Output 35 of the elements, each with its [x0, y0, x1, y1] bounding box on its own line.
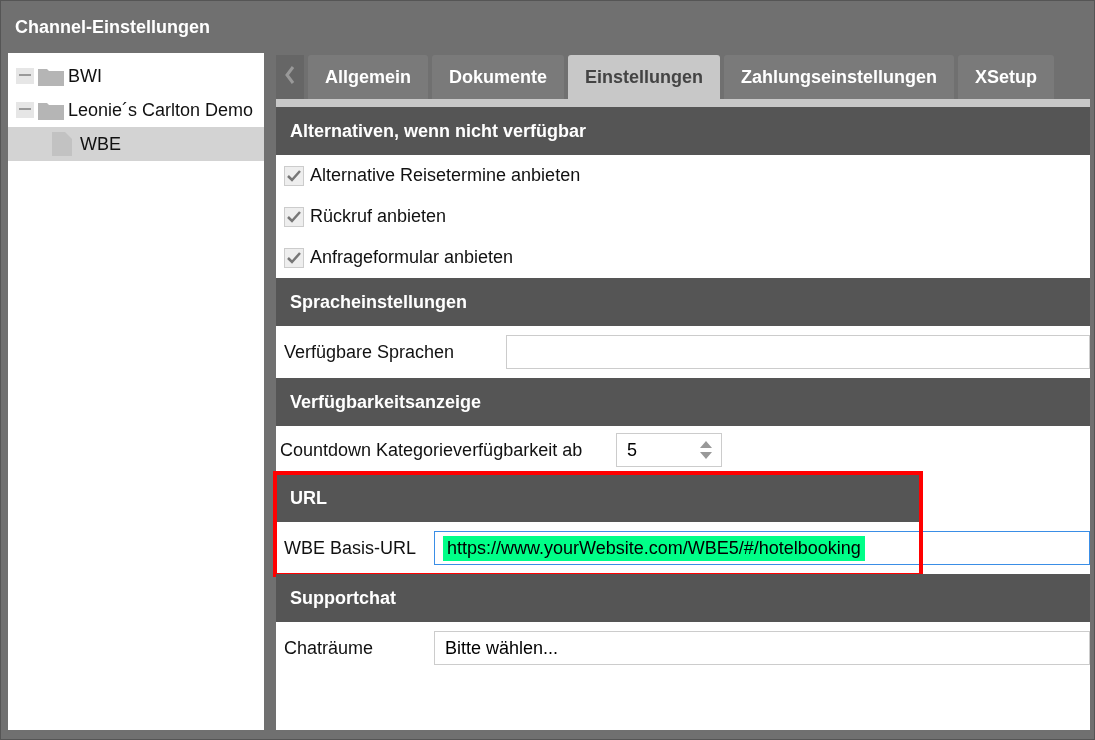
tab[interactable]: Einstellungen: [568, 55, 721, 99]
folder-icon: [38, 100, 64, 120]
checkbox[interactable]: [284, 247, 304, 268]
number-field[interactable]: 5: [616, 433, 722, 467]
section-header: Alternativen, wenn nicht verfügbar: [276, 107, 1090, 155]
tree-item[interactable]: BWI: [68, 65, 102, 87]
tree-item[interactable]: Leonie´s Carlton Demo: [68, 99, 254, 121]
section-header: Supportchat: [276, 574, 1090, 622]
window-title: Channel-Einstellungen: [14, 15, 211, 39]
section-header: URL: [276, 474, 920, 522]
section-header: Spracheinstellungen: [276, 278, 1090, 326]
dropdown-field[interactable]: Bitte wählen...: [434, 631, 1090, 665]
field-label: Chaträume: [284, 637, 375, 659]
checkbox-label: Alternative Reisetermine anbieten: [310, 165, 581, 186]
selected-tree-row[interactable]: WBE: [8, 127, 264, 161]
checkbox[interactable]: [284, 165, 304, 186]
collapse-toggle-icon[interactable]: [16, 102, 34, 118]
spinner-arrows-icon[interactable]: [699, 439, 713, 461]
folder-icon: [38, 66, 64, 86]
tab[interactable]: XSetup: [958, 55, 1055, 99]
field-label: Verfügbare Sprachen: [284, 341, 456, 363]
checkbox-label: Rückruf anbieten: [310, 206, 447, 227]
collapse-toggle-icon[interactable]: [16, 68, 34, 84]
tab[interactable]: Dokumente: [432, 55, 565, 99]
tab[interactable]: Allgemein: [308, 55, 429, 99]
field-label: Countdown Kategorieverfügbarkeit ab: [280, 439, 584, 461]
field-label: WBE Basis-URL: [284, 537, 418, 559]
checkbox-label: Anfrageformular anbieten: [310, 247, 514, 268]
checkbox[interactable]: [284, 206, 304, 227]
section-header: Verfügbarkeitsanzeige: [276, 378, 1090, 426]
tree-item[interactable]: WBE: [80, 133, 121, 155]
scroll-left-icon[interactable]: [276, 55, 304, 99]
input-field[interactable]: [506, 335, 1090, 369]
url-field[interactable]: https://www.yourWebsite.com/WBE5/#/hotelbooking: [434, 531, 1090, 565]
tab[interactable]: Zahlungseinstellungen: [724, 55, 955, 99]
